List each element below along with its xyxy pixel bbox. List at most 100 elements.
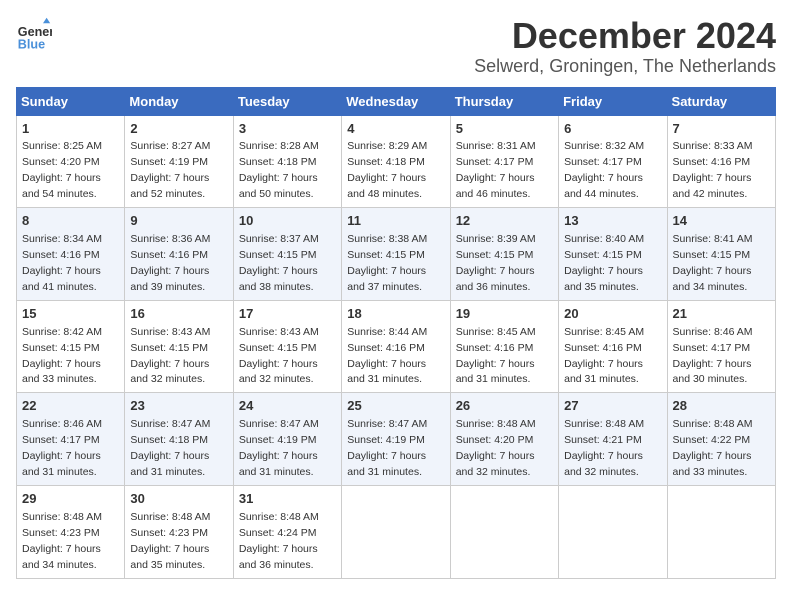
day-sunrise: Sunrise: 8:43 AM <box>130 326 210 338</box>
day-number: 17 <box>239 305 336 324</box>
day-number: 30 <box>130 490 227 509</box>
day-number: 22 <box>22 397 119 416</box>
day-sunset: Sunset: 4:18 PM <box>130 434 208 446</box>
day-number: 18 <box>347 305 444 324</box>
day-daylight: Daylight: 7 hours and 41 minutes. <box>22 265 101 293</box>
day-sunset: Sunset: 4:23 PM <box>22 527 100 539</box>
day-number: 15 <box>22 305 119 324</box>
day-number: 9 <box>130 212 227 231</box>
day-number: 13 <box>564 212 661 231</box>
day-sunset: Sunset: 4:23 PM <box>130 527 208 539</box>
calendar-day-cell: 28Sunrise: 8:48 AMSunset: 4:22 PMDayligh… <box>667 393 775 486</box>
day-sunrise: Sunrise: 8:29 AM <box>347 140 427 152</box>
day-number: 23 <box>130 397 227 416</box>
day-sunset: Sunset: 4:16 PM <box>347 342 425 354</box>
calendar-header-tuesday: Tuesday <box>233 87 341 115</box>
day-daylight: Daylight: 7 hours and 30 minutes. <box>673 358 752 386</box>
calendar-header-sunday: Sunday <box>17 87 125 115</box>
day-sunset: Sunset: 4:24 PM <box>239 527 317 539</box>
calendar-day-cell: 26Sunrise: 8:48 AMSunset: 4:20 PMDayligh… <box>450 393 558 486</box>
day-sunset: Sunset: 4:20 PM <box>22 156 100 168</box>
calendar-day-cell <box>450 485 558 578</box>
day-sunset: Sunset: 4:18 PM <box>239 156 317 168</box>
calendar-week-row: 29Sunrise: 8:48 AMSunset: 4:23 PMDayligh… <box>17 485 776 578</box>
day-daylight: Daylight: 7 hours and 33 minutes. <box>22 358 101 386</box>
day-daylight: Daylight: 7 hours and 31 minutes. <box>22 450 101 478</box>
calendar-day-cell: 11 Sunrise: 8:38 AM Sunset: 4:15 PM Dayligh… <box>342 208 450 301</box>
day-sunrise: Sunrise: 8:38 AM <box>347 233 427 245</box>
day-daylight: Daylight: 7 hours and 35 minutes. <box>564 265 643 293</box>
calendar-body: 1Sunrise: 8:25 AMSunset: 4:20 PMDaylight… <box>17 115 776 578</box>
calendar-day-cell: 15 Sunrise: 8:42 AM Sunset: 4:15 PM Dayligh… <box>17 300 125 393</box>
day-sunset: Sunset: 4:15 PM <box>347 249 425 261</box>
day-sunset: Sunset: 4:16 PM <box>22 249 100 261</box>
day-number: 10 <box>239 212 336 231</box>
day-number: 1 <box>22 120 119 139</box>
day-sunrise: Sunrise: 8:43 AM <box>239 326 319 338</box>
calendar-day-cell: 24Sunrise: 8:47 AMSunset: 4:19 PMDayligh… <box>233 393 341 486</box>
svg-text:Blue: Blue <box>18 37 45 51</box>
day-sunset: Sunset: 4:19 PM <box>347 434 425 446</box>
calendar-week-row: 15 Sunrise: 8:42 AM Sunset: 4:15 PM Dayligh… <box>17 300 776 393</box>
day-number: 27 <box>564 397 661 416</box>
day-daylight: Daylight: 7 hours and 52 minutes. <box>130 172 209 200</box>
calendar-day-cell: 6Sunrise: 8:32 AMSunset: 4:17 PMDaylight… <box>559 115 667 208</box>
calendar-day-cell: 10Sunrise: 8:37 AMSunset: 4:15 PMDayligh… <box>233 208 341 301</box>
day-sunrise: Sunrise: 8:34 AM <box>22 233 102 245</box>
calendar-day-cell: 21Sunrise: 8:46 AMSunset: 4:17 PMDayligh… <box>667 300 775 393</box>
day-sunrise: Sunrise: 8:48 AM <box>673 418 753 430</box>
day-daylight: Daylight: 7 hours and 48 minutes. <box>347 172 426 200</box>
day-sunrise: Sunrise: 8:46 AM <box>673 326 753 338</box>
day-sunset: Sunset: 4:15 PM <box>673 249 751 261</box>
day-sunset: Sunset: 4:16 PM <box>130 249 208 261</box>
day-sunrise: Sunrise: 8:45 AM <box>456 326 536 338</box>
calendar-day-cell: 16Sunrise: 8:43 AMSunset: 4:15 PMDayligh… <box>125 300 233 393</box>
day-sunset: Sunset: 4:16 PM <box>673 156 751 168</box>
day-number: 28 <box>673 397 770 416</box>
day-daylight: Daylight: 7 hours and 36 minutes. <box>456 265 535 293</box>
calendar-header-wednesday: Wednesday <box>342 87 450 115</box>
day-sunset: Sunset: 4:15 PM <box>564 249 642 261</box>
calendar-table: SundayMondayTuesdayWednesdayThursdayFrid… <box>16 87 776 579</box>
day-sunset: Sunset: 4:21 PM <box>564 434 642 446</box>
calendar-day-cell: 19Sunrise: 8:45 AMSunset: 4:16 PMDayligh… <box>450 300 558 393</box>
day-sunset: Sunset: 4:17 PM <box>456 156 534 168</box>
day-number: 12 <box>456 212 553 231</box>
calendar-week-row: 1Sunrise: 8:25 AMSunset: 4:20 PMDaylight… <box>17 115 776 208</box>
day-sunrise: Sunrise: 8:40 AM <box>564 233 644 245</box>
day-sunrise: Sunrise: 8:32 AM <box>564 140 644 152</box>
calendar-day-cell <box>667 485 775 578</box>
day-number: 14 <box>673 212 770 231</box>
day-number: 3 <box>239 120 336 139</box>
calendar-day-cell: 18Sunrise: 8:44 AMSunset: 4:16 PMDayligh… <box>342 300 450 393</box>
day-number: 20 <box>564 305 661 324</box>
day-sunset: Sunset: 4:17 PM <box>673 342 751 354</box>
day-sunset: Sunset: 4:19 PM <box>130 156 208 168</box>
day-number: 5 <box>456 120 553 139</box>
day-sunrise: Sunrise: 8:48 AM <box>564 418 644 430</box>
day-daylight: Daylight: 7 hours and 50 minutes. <box>239 172 318 200</box>
day-sunrise: Sunrise: 8:47 AM <box>130 418 210 430</box>
day-sunrise: Sunrise: 8:36 AM <box>130 233 210 245</box>
day-daylight: Daylight: 7 hours and 42 minutes. <box>673 172 752 200</box>
day-daylight: Daylight: 7 hours and 37 minutes. <box>347 265 426 293</box>
day-number: 24 <box>239 397 336 416</box>
day-number: 26 <box>456 397 553 416</box>
day-sunrise: Sunrise: 8:47 AM <box>239 418 319 430</box>
day-daylight: Daylight: 7 hours and 38 minutes. <box>239 265 318 293</box>
logo-icon: General Blue <box>16 16 52 52</box>
calendar-day-cell: 25Sunrise: 8:47 AMSunset: 4:19 PMDayligh… <box>342 393 450 486</box>
day-sunset: Sunset: 4:15 PM <box>22 342 100 354</box>
day-sunrise: Sunrise: 8:37 AM <box>239 233 319 245</box>
calendar-day-cell: 20Sunrise: 8:45 AMSunset: 4:16 PMDayligh… <box>559 300 667 393</box>
day-daylight: Daylight: 7 hours and 34 minutes. <box>22 543 101 571</box>
calendar-day-cell: 12Sunrise: 8:39 AMSunset: 4:15 PMDayligh… <box>450 208 558 301</box>
day-number: 2 <box>130 120 227 139</box>
day-number: 4 <box>347 120 444 139</box>
calendar-week-row: 8Sunrise: 8:34 AMSunset: 4:16 PMDaylight… <box>17 208 776 301</box>
day-number: 11 <box>347 212 444 231</box>
day-sunrise: Sunrise: 8:42 AM <box>22 326 102 338</box>
day-number: 31 <box>239 490 336 509</box>
day-number: 7 <box>673 120 770 139</box>
calendar-header-saturday: Saturday <box>667 87 775 115</box>
